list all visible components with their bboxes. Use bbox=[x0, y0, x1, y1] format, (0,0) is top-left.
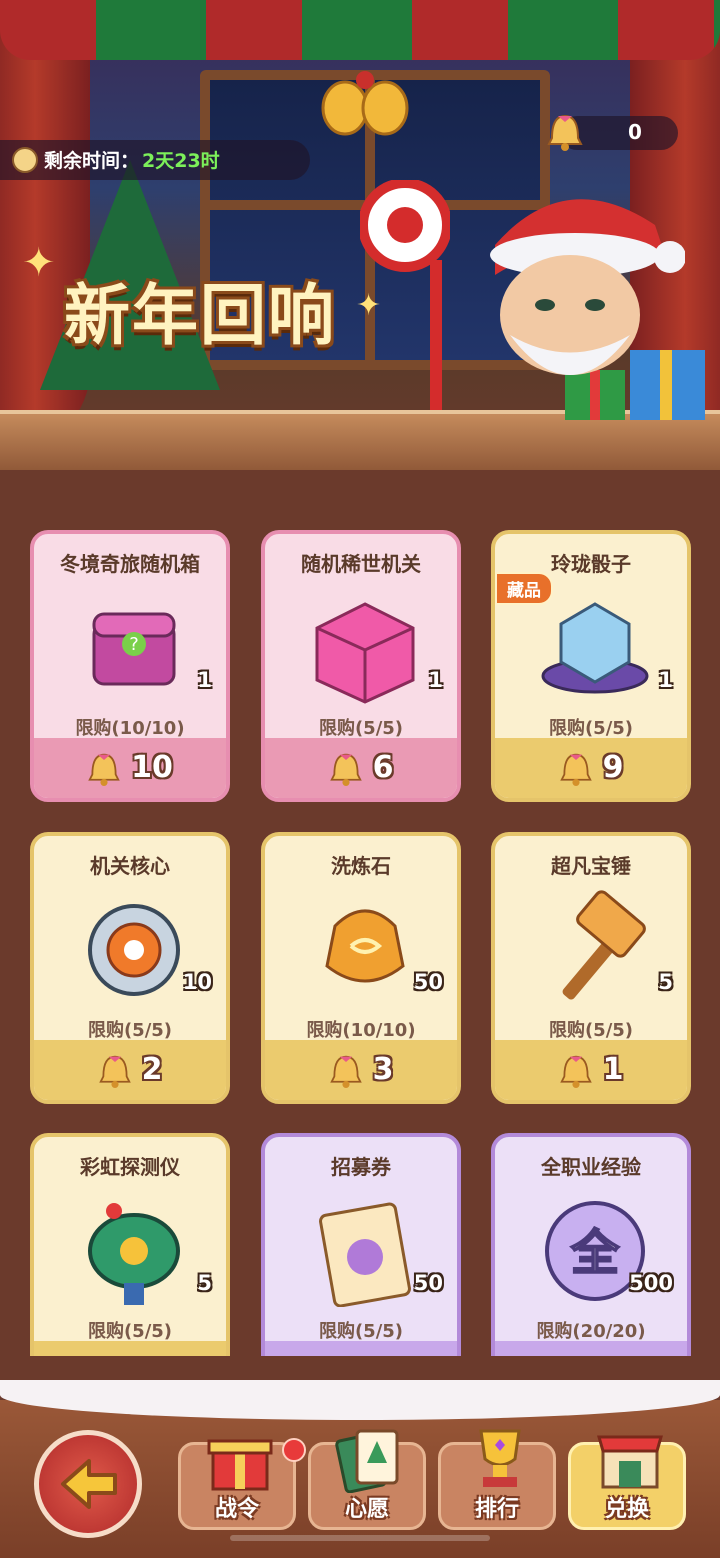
shop-item-card[interactable]: 全职业经验全 500 限购(20/20) bbox=[491, 1133, 691, 1356]
item-quantity: 500 bbox=[629, 1271, 673, 1295]
item-image bbox=[562, 890, 646, 1000]
shop-item-card[interactable]: 随机稀世机关 1 限购(5/5) 6 bbox=[261, 530, 461, 802]
price-button[interactable] bbox=[495, 1341, 687, 1356]
svg-text:?: ? bbox=[129, 634, 139, 655]
purchase-limit: 限购(5/5) bbox=[87, 1321, 173, 1342]
timer-value: 2天23时 bbox=[142, 150, 220, 172]
price-button[interactable]: 1 bbox=[495, 1040, 687, 1100]
exchange-shop-grid: 冬境奇旅随机箱? 1 限购(10/10) 10 随机稀世机关 1 限购(5/5) 6 玲珑骰子藏… bbox=[30, 530, 692, 1356]
price-button[interactable]: 2 bbox=[34, 1040, 226, 1100]
gift-box-icon bbox=[207, 1439, 273, 1491]
item-name: 全职业经验 bbox=[541, 1155, 641, 1179]
price-button[interactable]: 10 bbox=[34, 738, 226, 798]
item-price: 10 bbox=[131, 750, 173, 785]
price-button[interactable] bbox=[265, 1341, 457, 1356]
shop-item-card[interactable]: 超凡宝锤 5 限购(5/5) 1 bbox=[491, 832, 691, 1104]
item-quantity: 1 bbox=[428, 668, 443, 692]
purchase-limit: 限购(5/5) bbox=[318, 1321, 404, 1342]
bell-currency-icon bbox=[559, 1055, 592, 1088]
notification-dot bbox=[282, 1438, 306, 1462]
item-name: 随机稀世机关 bbox=[301, 552, 421, 576]
shop-item-card[interactable]: 冬境奇旅随机箱? 1 限购(10/10) 10 bbox=[30, 530, 230, 802]
shop-item-card[interactable]: 彩虹探测仪 5 限购(5/5) bbox=[30, 1133, 230, 1356]
item-quantity: 1 bbox=[658, 668, 673, 692]
clock-icon bbox=[12, 147, 38, 173]
item-name: 超凡宝锤 bbox=[551, 854, 631, 878]
item-quantity: 50 bbox=[413, 1271, 443, 1295]
bell-currency-icon bbox=[88, 753, 120, 786]
item-name: 彩虹探测仪 bbox=[80, 1155, 180, 1179]
bell-currency-icon bbox=[329, 753, 362, 786]
item-price: 2 bbox=[141, 1052, 163, 1087]
svg-text:全: 全 bbox=[570, 1225, 620, 1281]
event-title: 新年回响 bbox=[64, 277, 336, 354]
shop-icon bbox=[597, 1435, 663, 1489]
price-button[interactable]: 3 bbox=[265, 1040, 457, 1100]
sparkle-icon: ✦ bbox=[356, 288, 382, 323]
purchase-limit: 限购(10/10) bbox=[75, 718, 185, 739]
bell-currency-icon bbox=[329, 1055, 362, 1088]
tab-exchange[interactable]: 兑换 bbox=[568, 1435, 686, 1530]
bell-currency-icon bbox=[108, 1354, 142, 1357]
trophy-icon bbox=[479, 1429, 521, 1487]
event-banner: ✦ ✦ 新年回响 bbox=[0, 0, 720, 470]
back-button[interactable] bbox=[34, 1430, 142, 1538]
timer-label: 剩余时间： bbox=[44, 150, 140, 172]
tab-ranking[interactable]: 排行 bbox=[438, 1429, 556, 1530]
shop-item-card[interactable]: 招募券 50 限购(5/5) bbox=[261, 1133, 461, 1356]
tab-label: 战令 bbox=[214, 1497, 259, 1522]
tab-wish[interactable]: 心愿 bbox=[308, 1429, 426, 1530]
price-button[interactable]: 9 bbox=[495, 738, 687, 798]
item-price: 6 bbox=[372, 750, 394, 785]
santa-character bbox=[490, 199, 685, 375]
item-name: 洗炼石 bbox=[331, 854, 391, 878]
bell-currency-icon bbox=[339, 1354, 373, 1357]
item-quantity: 5 bbox=[658, 970, 673, 994]
shop-item-card[interactable]: 机关核心 10 限购(5/5) 2 bbox=[30, 832, 230, 1104]
wish-card-icon bbox=[335, 1429, 399, 1493]
item-image: ? bbox=[92, 612, 176, 686]
purchase-limit: 限购(5/5) bbox=[548, 1020, 634, 1041]
item-name: 招募券 bbox=[331, 1155, 391, 1179]
item-price: 1 bbox=[602, 1052, 624, 1087]
price-button[interactable] bbox=[34, 1341, 226, 1356]
shop-item-card[interactable]: 玲珑骰子 藏品 1 限购(5/5) 9 bbox=[491, 530, 691, 802]
item-quantity: 10 bbox=[182, 970, 212, 994]
item-image bbox=[88, 1203, 180, 1305]
bell-currency-icon bbox=[559, 753, 592, 786]
bell-currency-icon bbox=[98, 1055, 131, 1088]
item-quantity: 1 bbox=[197, 668, 212, 692]
item-name: 机关核心 bbox=[90, 854, 170, 878]
bells-icon bbox=[321, 71, 409, 136]
item-price: 3 bbox=[372, 1052, 394, 1087]
purchase-limit: 限购(5/5) bbox=[87, 1020, 173, 1041]
item-price: 9 bbox=[602, 750, 624, 785]
bell-currency-icon bbox=[547, 114, 583, 151]
currency-value: 0 bbox=[628, 120, 642, 144]
purchase-limit: 限购(5/5) bbox=[318, 718, 404, 739]
item-quantity: 50 bbox=[413, 970, 443, 994]
sparkle-icon: ✦ bbox=[22, 240, 56, 286]
item-quantity: 5 bbox=[197, 1271, 212, 1295]
item-image bbox=[315, 602, 415, 704]
shop-item-card[interactable]: 洗炼石 50 限购(10/10) 3 bbox=[261, 832, 461, 1104]
back-arrow-icon bbox=[61, 1459, 117, 1509]
bell-currency-icon bbox=[569, 1354, 603, 1357]
price-button[interactable]: 6 bbox=[265, 738, 457, 798]
purchase-limit: 限购(20/20) bbox=[536, 1321, 646, 1342]
tab-battle-pass[interactable]: 战令 bbox=[178, 1439, 296, 1530]
item-name: 冬境奇旅随机箱 bbox=[60, 552, 200, 576]
tab-label: 心愿 bbox=[344, 1497, 389, 1522]
tab-label: 排行 bbox=[474, 1497, 519, 1522]
home-indicator bbox=[230, 1535, 490, 1541]
item-image bbox=[541, 602, 649, 694]
curtain-valance bbox=[0, 0, 720, 60]
tab-label: 兑换 bbox=[604, 1497, 649, 1522]
purchase-limit: 限购(5/5) bbox=[548, 718, 634, 739]
purchase-limit: 限购(10/10) bbox=[306, 1020, 416, 1041]
